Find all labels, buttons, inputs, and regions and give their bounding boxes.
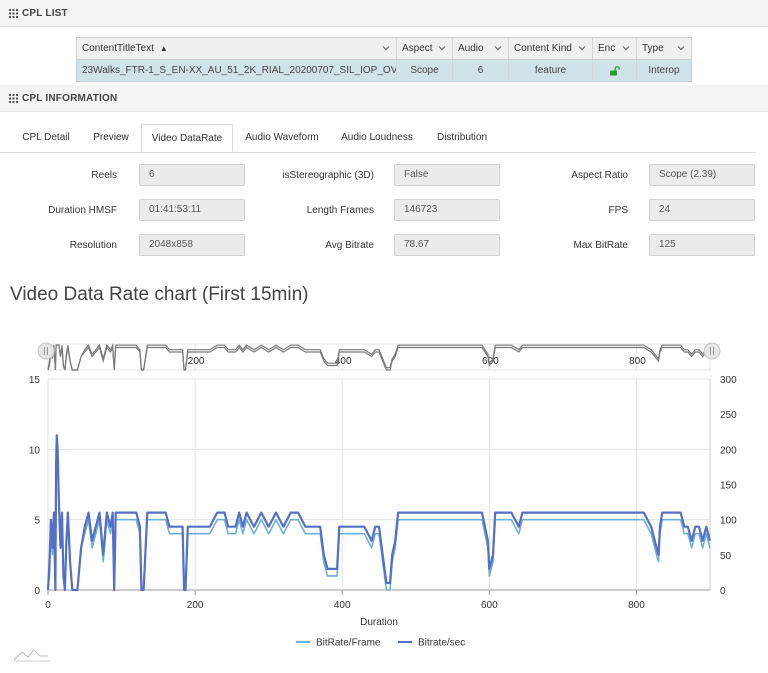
cpl-information-header: CPL INFORMATION: [0, 85, 768, 112]
series-line-bitrate-sec: [48, 435, 710, 590]
section-title: CPL INFORMATION: [22, 93, 117, 104]
chevron-down-icon[interactable]: [493, 43, 503, 53]
cpl-list-header: CPL LIST: [0, 0, 768, 27]
y-tick-left: 0: [34, 586, 40, 597]
avg-bitrate-value: 78.67: [394, 234, 500, 256]
grid-icon: [9, 94, 18, 103]
cell-enc: [593, 60, 637, 81]
stereo-value: False: [394, 164, 500, 186]
fps-label: FPS: [508, 205, 628, 216]
cell-audio: 6: [453, 60, 509, 81]
navigator-handle-left[interactable]: [38, 343, 54, 359]
tab-audio-waveform[interactable]: Audio Waveform: [236, 124, 328, 152]
x-tick: 800: [628, 600, 645, 611]
grid-icon: [9, 9, 18, 18]
tab-preview[interactable]: Preview: [82, 124, 140, 152]
legend-label: BitRate/Frame: [316, 638, 381, 649]
chart-series: [48, 435, 710, 590]
y-tick-right: 300: [720, 375, 737, 386]
chart-title: Video Data Rate chart (First 15min): [10, 284, 309, 306]
column-header-content-kind[interactable]: Content Kind: [509, 38, 593, 59]
sort-asc-icon[interactable]: ▲: [160, 44, 168, 53]
chart-logo-icon: [14, 650, 50, 661]
chart-legend: BitRate/Frame Bitrate/sec: [296, 638, 465, 649]
length-frames-value: 146723: [394, 199, 500, 221]
handle-circle: [704, 343, 720, 359]
legend-item[interactable]: Bitrate/sec: [398, 638, 465, 649]
unlock-icon: [609, 66, 620, 76]
column-header-title[interactable]: ContentTitleText ▲: [77, 38, 397, 59]
legend-label: Bitrate/sec: [418, 638, 465, 649]
reels-value: 6: [139, 164, 245, 186]
y-tick-left: 15: [29, 375, 41, 386]
max-bitrate-value: 125: [649, 234, 755, 256]
navigator-tick: 200: [188, 356, 205, 367]
cell-type: Interop: [637, 60, 691, 81]
max-bitrate-label: Max BitRate: [508, 240, 628, 251]
video-data-rate-chart: 200400600800 051015050100150200250300020…: [0, 330, 768, 673]
x-tick: 200: [187, 600, 204, 611]
handle-circle: [38, 343, 54, 359]
legend-item[interactable]: BitRate/Frame: [296, 638, 381, 649]
chevron-down-icon[interactable]: [577, 43, 587, 53]
reels-label: Reels: [0, 170, 117, 181]
x-tick: 0: [45, 600, 51, 611]
chart-navigator[interactable]: 200400600800: [38, 343, 720, 370]
duration-value: 01:41:53:11: [139, 199, 245, 221]
table-header: ContentTitleText ▲ Aspect Audio Content …: [77, 38, 691, 60]
column-header-audio[interactable]: Audio: [453, 38, 509, 59]
cell-title: 23Walks_FTR-1_S_EN-XX_AU_51_2K_RIAL_2020…: [77, 60, 397, 81]
y-tick-left: 10: [29, 445, 41, 456]
stereo-label: isStereographic (3D): [254, 170, 374, 181]
y-tick-right: 250: [720, 410, 737, 421]
column-header-enc[interactable]: Enc: [593, 38, 637, 59]
table-row[interactable]: 23Walks_FTR-1_S_EN-XX_AU_51_2K_RIAL_2020…: [77, 60, 691, 81]
chevron-down-icon[interactable]: [437, 43, 447, 53]
tab-cpl-detail[interactable]: CPL Detail: [12, 124, 80, 152]
chart-grid: [48, 379, 710, 595]
y-tick-left: 5: [34, 516, 40, 527]
fps-value: 24: [649, 199, 755, 221]
y-tick-right: 150: [720, 481, 737, 492]
x-tick: 400: [334, 600, 351, 611]
resolution-value: 2048x858: [139, 234, 245, 256]
aspect-ratio-label: Aspect Ratio: [508, 170, 628, 181]
cell-aspect: Scope: [397, 60, 453, 81]
avg-bitrate-label: Avg Bitrate: [254, 240, 374, 251]
resolution-label: Resolution: [0, 240, 117, 251]
cell-content-kind: feature: [509, 60, 593, 81]
column-header-type[interactable]: Type: [637, 38, 691, 59]
chevron-down-icon[interactable]: [621, 43, 631, 53]
y-tick-right: 50: [720, 551, 732, 562]
duration-label: Duration HMSF: [0, 205, 117, 216]
x-axis-title: Duration: [360, 617, 398, 628]
chevron-down-icon[interactable]: [676, 43, 686, 53]
y-tick-right: 0: [720, 586, 726, 597]
tab-bar: CPL Detail Preview Video DataRate Audio …: [0, 124, 756, 153]
navigator-handle-right[interactable]: [704, 343, 720, 359]
navigator-tick: 800: [629, 356, 646, 367]
y-tick-right: 200: [720, 445, 737, 456]
tab-audio-loudness[interactable]: Audio Loudness: [332, 124, 422, 152]
aspect-ratio-value: Scope (2.39): [649, 164, 755, 186]
x-tick: 600: [481, 600, 498, 611]
chevron-down-icon[interactable]: [381, 43, 391, 53]
tab-video-datarate[interactable]: Video DataRate: [141, 124, 233, 152]
tab-distribution[interactable]: Distribution: [426, 124, 498, 152]
cpl-table: ContentTitleText ▲ Aspect Audio Content …: [76, 37, 692, 82]
y-tick-right: 100: [720, 516, 737, 527]
section-title: CPL LIST: [22, 8, 68, 19]
column-header-aspect[interactable]: Aspect: [397, 38, 453, 59]
length-frames-label: Length Frames: [254, 205, 374, 216]
